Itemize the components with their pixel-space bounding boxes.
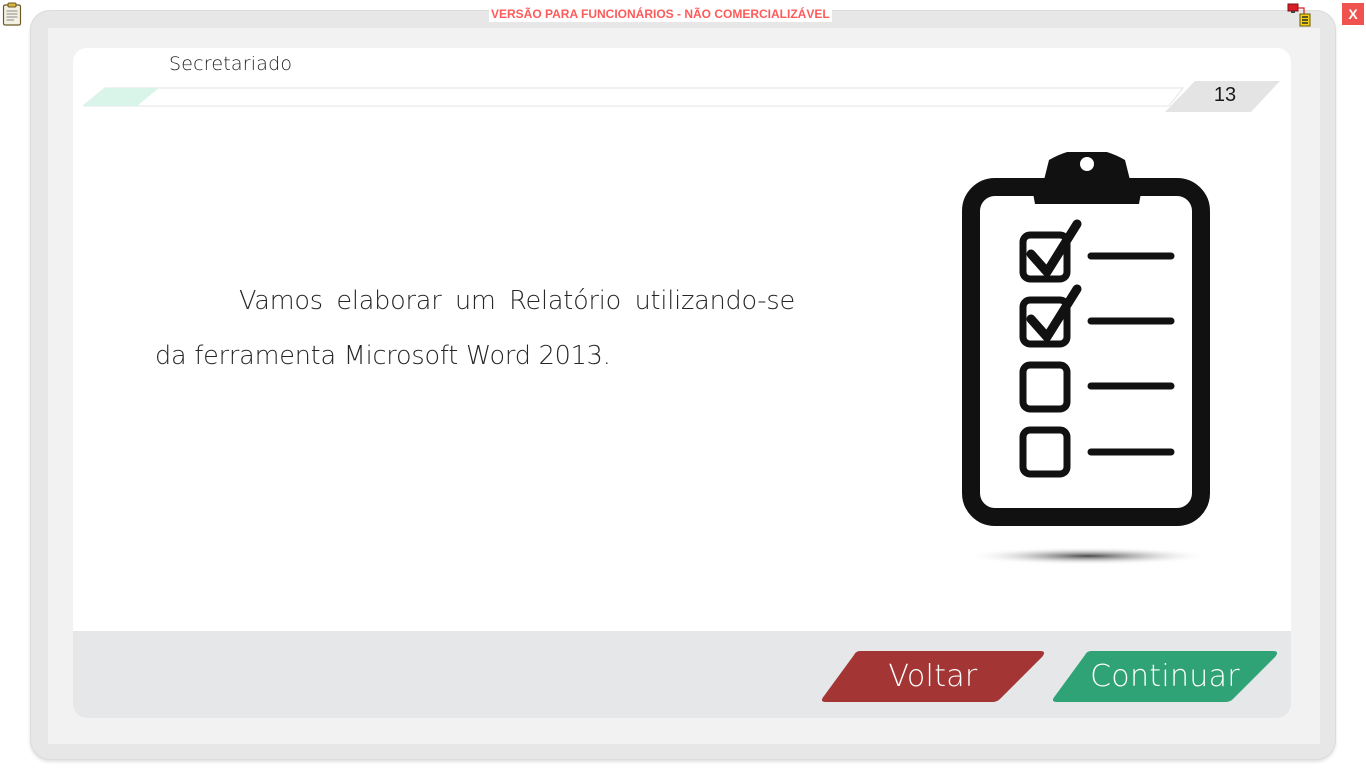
content-paragraph: Vamos elaborar um Relatório utilizando-s…: [155, 286, 795, 371]
close-button[interactable]: X: [1342, 3, 1364, 25]
continue-button-label: Continuar: [1090, 658, 1240, 694]
app-window: VERSÃO PARA FUNCIONÁRIOS - NÃO COMERCIAL…: [0, 0, 1366, 768]
watermark-banner: VERSÃO PARA FUNCIONÁRIOS - NÃO COMERCIAL…: [489, 6, 832, 22]
slide-card: Secretariado 13 Vamos elaborar um Relató…: [73, 48, 1291, 718]
back-button[interactable]: Voltar: [820, 649, 1046, 703]
clipboard-icon: [2, 2, 22, 26]
section-title: Secretariado: [169, 53, 293, 75]
continue-button[interactable]: Continuar: [1051, 649, 1279, 703]
checklist-clipboard-icon: [962, 152, 1212, 565]
page-number: 13: [1213, 84, 1237, 106]
progress-bar: [83, 81, 1280, 112]
back-button-label: Voltar: [888, 658, 978, 694]
network-computer-icon[interactable]: [1287, 3, 1313, 27]
